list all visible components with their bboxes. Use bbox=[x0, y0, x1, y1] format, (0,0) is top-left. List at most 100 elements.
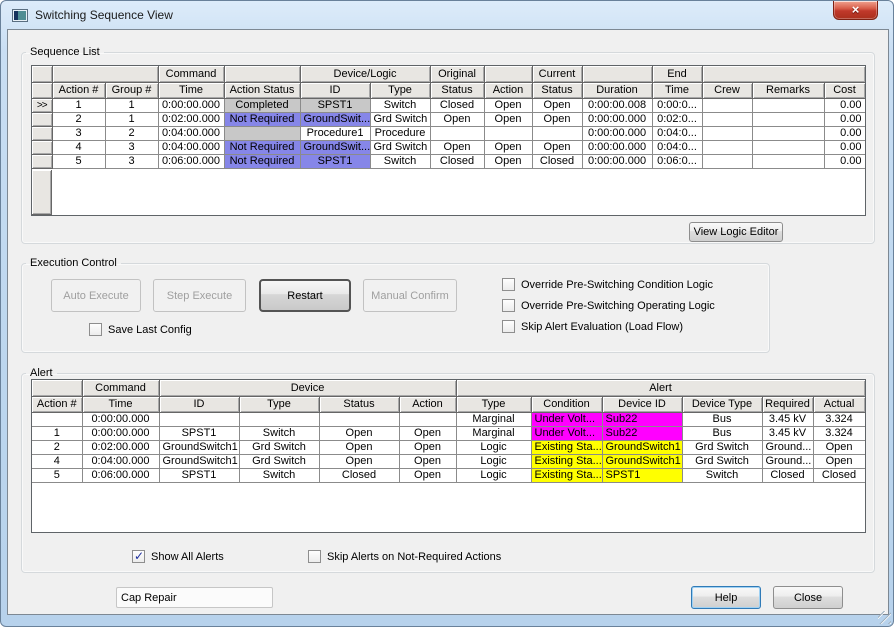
cell[interactable]: Closed bbox=[813, 468, 865, 482]
cell[interactable]: 5 bbox=[52, 154, 105, 168]
cell[interactable] bbox=[702, 112, 752, 126]
cell[interactable]: Switch bbox=[370, 98, 430, 112]
cell[interactable]: Open bbox=[813, 454, 865, 468]
cell[interactable]: Grd Switch bbox=[370, 140, 430, 154]
cell[interactable]: 2 bbox=[52, 112, 105, 126]
cell[interactable]: Switch bbox=[239, 468, 319, 482]
cell[interactable]: SPST1 bbox=[300, 154, 370, 168]
cell[interactable]: Open bbox=[484, 140, 532, 154]
cell[interactable]: Open bbox=[532, 112, 582, 126]
cell[interactable] bbox=[484, 126, 532, 140]
cell[interactable]: GroundSwitch1 bbox=[159, 440, 239, 454]
cell[interactable]: Open bbox=[430, 112, 484, 126]
cell[interactable]: Closed bbox=[430, 154, 484, 168]
view-logic-editor-button[interactable]: View Logic Editor bbox=[689, 222, 783, 242]
cell[interactable] bbox=[702, 126, 752, 140]
resize-grip[interactable] bbox=[878, 611, 891, 624]
row-selector[interactable] bbox=[32, 112, 52, 126]
skip-alerts-not-required-checkbox[interactable]: Skip Alerts on Not-Required Actions bbox=[308, 550, 501, 563]
cell[interactable]: Closed bbox=[319, 468, 399, 482]
cell[interactable]: 0:04:00.000 bbox=[82, 454, 159, 468]
cell[interactable]: 1 bbox=[105, 98, 158, 112]
alert-table[interactable]: CommandDeviceAlertAction #TimeIDTypeStat… bbox=[31, 379, 866, 533]
cell[interactable]: Closed bbox=[762, 468, 813, 482]
cell[interactable]: Open bbox=[319, 454, 399, 468]
cell[interactable]: GroundSwitch1 bbox=[602, 440, 682, 454]
cell[interactable]: Not Required bbox=[224, 154, 300, 168]
cell[interactable]: 0.00 bbox=[824, 140, 865, 154]
cell[interactable]: 3 bbox=[52, 126, 105, 140]
cell[interactable]: 0:02:00.000 bbox=[82, 440, 159, 454]
sequence-table[interactable]: CommandDevice/LogicOriginalCurrentEndAct… bbox=[31, 65, 866, 216]
cell[interactable]: 0:06:00.000 bbox=[82, 468, 159, 482]
title-bar[interactable]: Switching Sequence View × bbox=[1, 1, 893, 29]
cell[interactable]: 0:06:0... bbox=[652, 154, 702, 168]
cell[interactable]: 0:04:00.000 bbox=[158, 140, 224, 154]
cell[interactable]: Open bbox=[319, 426, 399, 440]
row-selector[interactable] bbox=[32, 154, 52, 168]
cell[interactable]: Bus bbox=[682, 412, 762, 426]
cell[interactable] bbox=[702, 98, 752, 112]
cell[interactable] bbox=[752, 140, 824, 154]
cell[interactable]: GroundSwit... bbox=[300, 140, 370, 154]
cell[interactable]: 0:00:0... bbox=[652, 98, 702, 112]
cell[interactable]: Open bbox=[399, 468, 456, 482]
override-condition-logic-checkbox[interactable]: Override Pre-Switching Condition Logic bbox=[502, 278, 713, 291]
cell[interactable]: Open bbox=[319, 440, 399, 454]
cell[interactable]: 4 bbox=[52, 140, 105, 154]
cell[interactable]: Sub22 bbox=[602, 426, 682, 440]
cell[interactable] bbox=[399, 412, 456, 426]
cell[interactable] bbox=[430, 126, 484, 140]
cell[interactable]: Existing Sta... bbox=[531, 454, 602, 468]
cell[interactable]: Procedure bbox=[370, 126, 430, 140]
row-selector[interactable]: >> bbox=[32, 98, 52, 112]
cell[interactable]: SPST1 bbox=[159, 426, 239, 440]
cell[interactable] bbox=[319, 412, 399, 426]
cell[interactable] bbox=[532, 126, 582, 140]
cell[interactable]: 4 bbox=[32, 454, 82, 468]
cell[interactable]: 0:00:00.000 bbox=[158, 98, 224, 112]
cell[interactable]: 0:00:00.000 bbox=[582, 112, 652, 126]
cell[interactable]: 0:04:00.000 bbox=[158, 126, 224, 140]
cell[interactable]: Bus bbox=[682, 426, 762, 440]
cell[interactable]: Open bbox=[813, 440, 865, 454]
cell[interactable]: Open bbox=[484, 98, 532, 112]
cell[interactable]: 3.45 kV bbox=[762, 412, 813, 426]
cell[interactable]: GroundSwit... bbox=[300, 112, 370, 126]
manual-confirm-button[interactable]: Manual Confirm bbox=[363, 279, 457, 312]
cell[interactable]: Logic bbox=[456, 468, 531, 482]
restart-button[interactable]: Restart bbox=[259, 279, 351, 312]
cell[interactable]: 0:00:00.000 bbox=[82, 412, 159, 426]
cell[interactable]: 2 bbox=[105, 126, 158, 140]
cell[interactable]: 0.00 bbox=[824, 112, 865, 126]
cell[interactable]: 3.324 bbox=[813, 412, 865, 426]
cell[interactable]: 0:00:00.000 bbox=[82, 426, 159, 440]
cell[interactable]: Logic bbox=[456, 440, 531, 454]
cell[interactable]: Ground... bbox=[762, 440, 813, 454]
cell[interactable]: Marginal bbox=[456, 426, 531, 440]
cell[interactable]: 0.00 bbox=[824, 154, 865, 168]
cell[interactable]: Open bbox=[399, 454, 456, 468]
cell[interactable]: 0.00 bbox=[824, 126, 865, 140]
show-all-alerts-checkbox[interactable]: Show All Alerts bbox=[132, 550, 224, 563]
cell[interactable]: 0:02:0... bbox=[652, 112, 702, 126]
help-button[interactable]: Help bbox=[691, 586, 761, 609]
cell[interactable]: 3.324 bbox=[813, 426, 865, 440]
cell[interactable]: 0:06:00.000 bbox=[158, 154, 224, 168]
cell[interactable]: 3 bbox=[105, 154, 158, 168]
cell[interactable] bbox=[159, 412, 239, 426]
override-operating-logic-checkbox[interactable]: Override Pre-Switching Operating Logic bbox=[502, 299, 715, 312]
cell[interactable] bbox=[752, 98, 824, 112]
cell[interactable] bbox=[752, 154, 824, 168]
cell[interactable]: SPST1 bbox=[300, 98, 370, 112]
cell[interactable]: 0:02:00.000 bbox=[158, 112, 224, 126]
cell[interactable]: Existing Sta... bbox=[531, 468, 602, 482]
row-selector[interactable] bbox=[32, 140, 52, 154]
cell[interactable] bbox=[702, 154, 752, 168]
cell[interactable]: Sub22 bbox=[602, 412, 682, 426]
cell[interactable]: Open bbox=[532, 98, 582, 112]
cell[interactable]: 1 bbox=[52, 98, 105, 112]
cell[interactable]: Marginal bbox=[456, 412, 531, 426]
cell[interactable]: Logic bbox=[456, 454, 531, 468]
cell[interactable]: Not Required bbox=[224, 112, 300, 126]
